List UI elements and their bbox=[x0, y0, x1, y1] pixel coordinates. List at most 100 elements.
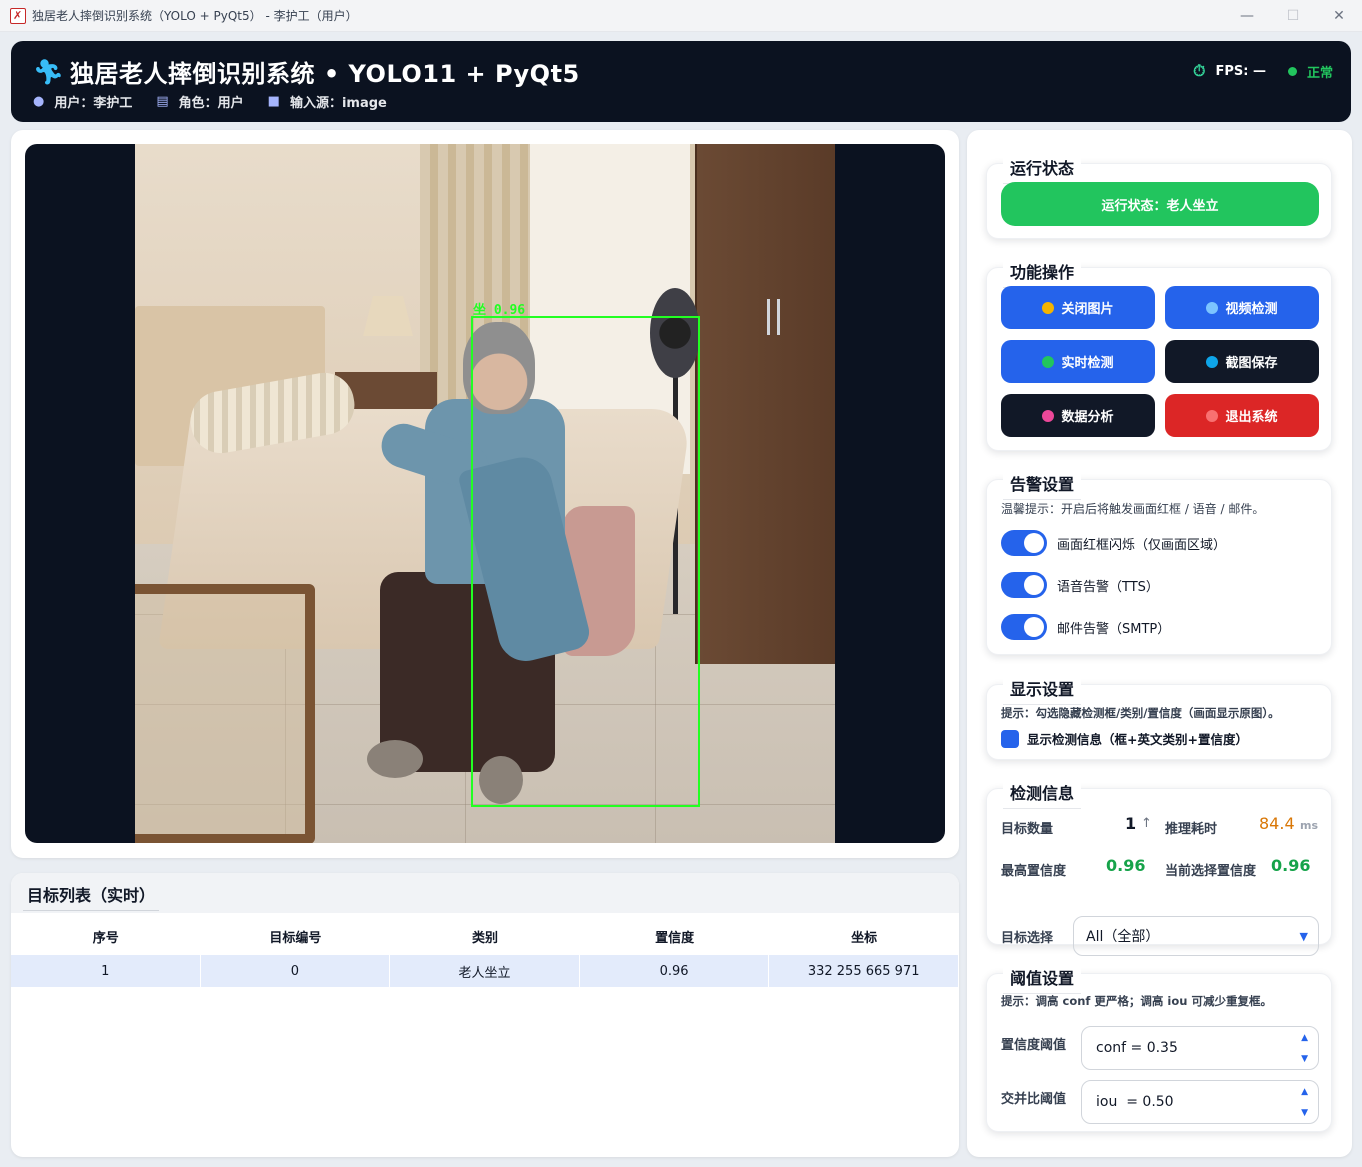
toggle-email-alarm[interactable]: 邮件告警（SMTP） bbox=[1001, 614, 1170, 640]
count-value: 1 bbox=[1125, 814, 1137, 833]
toggle-switch[interactable] bbox=[1001, 614, 1047, 640]
header-status: ⏱ FPS: — 正常 bbox=[1193, 61, 1333, 81]
conf-spinbox[interactable]: conf = 0.35 ▲ ▼ bbox=[1081, 1026, 1319, 1070]
spin-down-icon[interactable]: ▼ bbox=[1301, 1109, 1308, 1118]
camera-icon: ■ bbox=[267, 94, 280, 109]
table-cell: 0 bbox=[201, 955, 391, 987]
functions-card: 功能操作 关闭图片 视频检测 实时检测 截图保存 数据分析 退出系统 bbox=[986, 259, 1332, 451]
max-conf-label: 最高置信度 bbox=[1001, 864, 1067, 879]
threshold-hint: 提示：调高 conf 更严格；调高 iou 可减少重复框。 bbox=[1001, 994, 1272, 1008]
pink-dot-icon bbox=[1042, 409, 1055, 422]
screenshot-save-button[interactable]: 截图保存 bbox=[1165, 340, 1319, 383]
display-card: 显示设置 提示：勾选隐藏检测框/类别/置信度（画面显示原图）。 显示检测信息（框… bbox=[986, 676, 1332, 760]
toggle-voice-label: 语音告警（TTS） bbox=[1057, 579, 1159, 595]
table-header-bar: 目标列表（实时） bbox=[11, 873, 959, 913]
realtime-detect-label: 实时检测 bbox=[1061, 356, 1114, 371]
iou-label: 交并比阈值 bbox=[1001, 1092, 1067, 1107]
target-select-value: All（全部） bbox=[1086, 929, 1160, 945]
source-label: 输入源：image bbox=[289, 96, 387, 111]
realtime-detect-button[interactable]: 实时检测 bbox=[1001, 340, 1155, 383]
minimize-button[interactable]: — bbox=[1224, 0, 1270, 32]
app-icon: ✗ bbox=[10, 7, 26, 24]
image-viewer-panel: 坐 0.96 bbox=[11, 130, 959, 858]
app-header: 🏃︎ 独居老人摔倒识别系统 • YOLO11 + PyQt5 ● 用户：李护工 ▤… bbox=[11, 41, 1351, 122]
window-title: 独居老人摔倒识别系统（YOLO + PyQt5） - 李护工（用户） bbox=[32, 9, 358, 23]
control-panel: 运行状态 运行状态：老人坐立 功能操作 关闭图片 视频检测 实时检测 截图保存 … bbox=[967, 130, 1352, 1157]
exit-system-label: 退出系统 bbox=[1225, 410, 1278, 425]
detection-label: 坐 0.96 bbox=[473, 303, 526, 318]
time-label: 推理耗时 bbox=[1165, 822, 1218, 837]
video-detect-label: 视频检测 bbox=[1225, 302, 1278, 317]
threshold-title: 阈值设置 bbox=[1003, 965, 1082, 994]
data-analysis-button[interactable]: 数据分析 bbox=[1001, 394, 1155, 437]
table-title: 目标列表（实时） bbox=[23, 882, 160, 911]
target-table-panel: 目标列表（实时） 序号 目标编号 类别 置信度 坐标 1 0 老人坐立 0.96… bbox=[11, 873, 959, 1157]
toggle-switch[interactable] bbox=[1001, 572, 1047, 598]
column-header[interactable]: 序号 bbox=[11, 917, 201, 955]
image-display[interactable]: 坐 0.96 bbox=[25, 144, 945, 843]
cyan-dot-icon bbox=[1206, 355, 1219, 368]
lightblue-dot-icon bbox=[1206, 301, 1219, 314]
stopwatch-icon: ⏱ bbox=[1193, 61, 1206, 80]
column-header[interactable]: 目标编号 bbox=[201, 917, 391, 955]
exit-system-button[interactable]: 退出系统 bbox=[1165, 394, 1319, 437]
time-unit: ms bbox=[1300, 819, 1319, 832]
column-header[interactable]: 坐标 bbox=[769, 917, 959, 955]
time-value: 84.4 bbox=[1259, 814, 1295, 833]
iou-value: iou = 0.50 bbox=[1096, 1094, 1174, 1110]
user-icon: ● bbox=[33, 94, 45, 109]
cur-conf-value: 0.96 bbox=[1271, 856, 1311, 875]
maximize-button[interactable]: ☐ bbox=[1270, 0, 1316, 32]
close-window-button[interactable]: ✕ bbox=[1316, 0, 1362, 32]
show-detection-checkbox[interactable]: 显示检测信息（框+英文类别+置信度） bbox=[1001, 729, 1248, 748]
video-detect-button[interactable]: 视频检测 bbox=[1165, 286, 1319, 329]
chevron-down-icon: ▼ bbox=[1299, 930, 1308, 943]
cur-conf-label: 当前选择置信度 bbox=[1165, 864, 1257, 879]
close-image-label: 关闭图片 bbox=[1061, 302, 1114, 317]
table-row[interactable]: 1 0 老人坐立 0.96 332 255 665 971 bbox=[11, 955, 959, 987]
toggle-red-frame[interactable]: 画面红框闪烁（仅画面区域） bbox=[1001, 530, 1226, 556]
toggle-red-frame-label: 画面红框闪烁（仅画面区域） bbox=[1057, 537, 1227, 553]
threshold-card: 阈值设置 提示：调高 conf 更严格；调高 iou 可减少重复框。 置信度阈值… bbox=[986, 965, 1332, 1132]
table-cell: 0.96 bbox=[580, 955, 770, 987]
green-dot-icon bbox=[1042, 355, 1055, 368]
iou-spinbox[interactable]: iou = 0.50 ▲ ▼ bbox=[1081, 1080, 1319, 1124]
alarm-title: 告警设置 bbox=[1003, 471, 1082, 500]
arrow-up-icon: ↑ bbox=[1141, 816, 1152, 831]
alarm-hint: 温馨提示：开启后将触发画面红框 / 语音 / 邮件。 bbox=[1001, 502, 1265, 516]
checkbox[interactable] bbox=[1001, 729, 1019, 748]
fps-readout: FPS: — bbox=[1215, 63, 1266, 79]
detect-info-title: 检测信息 bbox=[1003, 780, 1082, 809]
detection-image: 坐 0.96 bbox=[135, 144, 835, 843]
user-label: 用户：李护工 bbox=[54, 96, 133, 111]
table-column-headers: 序号 目标编号 类别 置信度 坐标 bbox=[11, 917, 959, 955]
window-titlebar: ✗ 独居老人摔倒识别系统（YOLO + PyQt5） - 李护工（用户） — ☐… bbox=[0, 0, 1362, 32]
column-header[interactable]: 置信度 bbox=[580, 917, 770, 955]
close-image-button[interactable]: 关闭图片 bbox=[1001, 286, 1155, 329]
spin-up-icon[interactable]: ▲ bbox=[1301, 1034, 1308, 1043]
app-title-text: 独居老人摔倒识别系统 • YOLO11 + PyQt5 bbox=[69, 60, 580, 88]
screenshot-save-label: 截图保存 bbox=[1225, 356, 1278, 371]
column-header[interactable]: 类别 bbox=[390, 917, 580, 955]
functions-title: 功能操作 bbox=[1003, 259, 1082, 288]
table-cell: 老人坐立 bbox=[390, 955, 580, 987]
alarm-card: 告警设置 温馨提示：开启后将触发画面红框 / 语音 / 邮件。 画面红框闪烁（仅… bbox=[986, 471, 1332, 655]
header-meta: ● 用户：李护工 ▤ 角色：用户 ■ 输入源：image bbox=[33, 92, 411, 111]
toggle-voice-alarm[interactable]: 语音告警（TTS） bbox=[1001, 572, 1159, 598]
run-status-indicator: 运行状态：老人坐立 bbox=[1001, 182, 1319, 226]
data-analysis-label: 数据分析 bbox=[1061, 410, 1114, 425]
role-label: 角色：用户 bbox=[178, 96, 244, 111]
spin-down-icon[interactable]: ▼ bbox=[1301, 1055, 1308, 1064]
table-cell: 1 bbox=[11, 955, 201, 987]
conf-label: 置信度阈值 bbox=[1001, 1038, 1067, 1053]
status-text: 正常 bbox=[1306, 65, 1333, 81]
running-person-icon: 🏃︎ bbox=[33, 57, 64, 86]
show-detection-label: 显示检测信息（框+英文类别+置信度） bbox=[1027, 732, 1248, 747]
display-title: 显示设置 bbox=[1003, 676, 1082, 705]
spin-up-icon[interactable]: ▲ bbox=[1301, 1088, 1308, 1097]
conf-value: conf = 0.35 bbox=[1096, 1040, 1178, 1056]
count-label: 目标数量 bbox=[1001, 822, 1054, 837]
target-select-dropdown[interactable]: All（全部） ▼ bbox=[1073, 916, 1319, 956]
display-hint: 提示：勾选隐藏检测框/类别/置信度（画面显示原图）。 bbox=[1001, 706, 1280, 720]
toggle-switch[interactable] bbox=[1001, 530, 1047, 556]
